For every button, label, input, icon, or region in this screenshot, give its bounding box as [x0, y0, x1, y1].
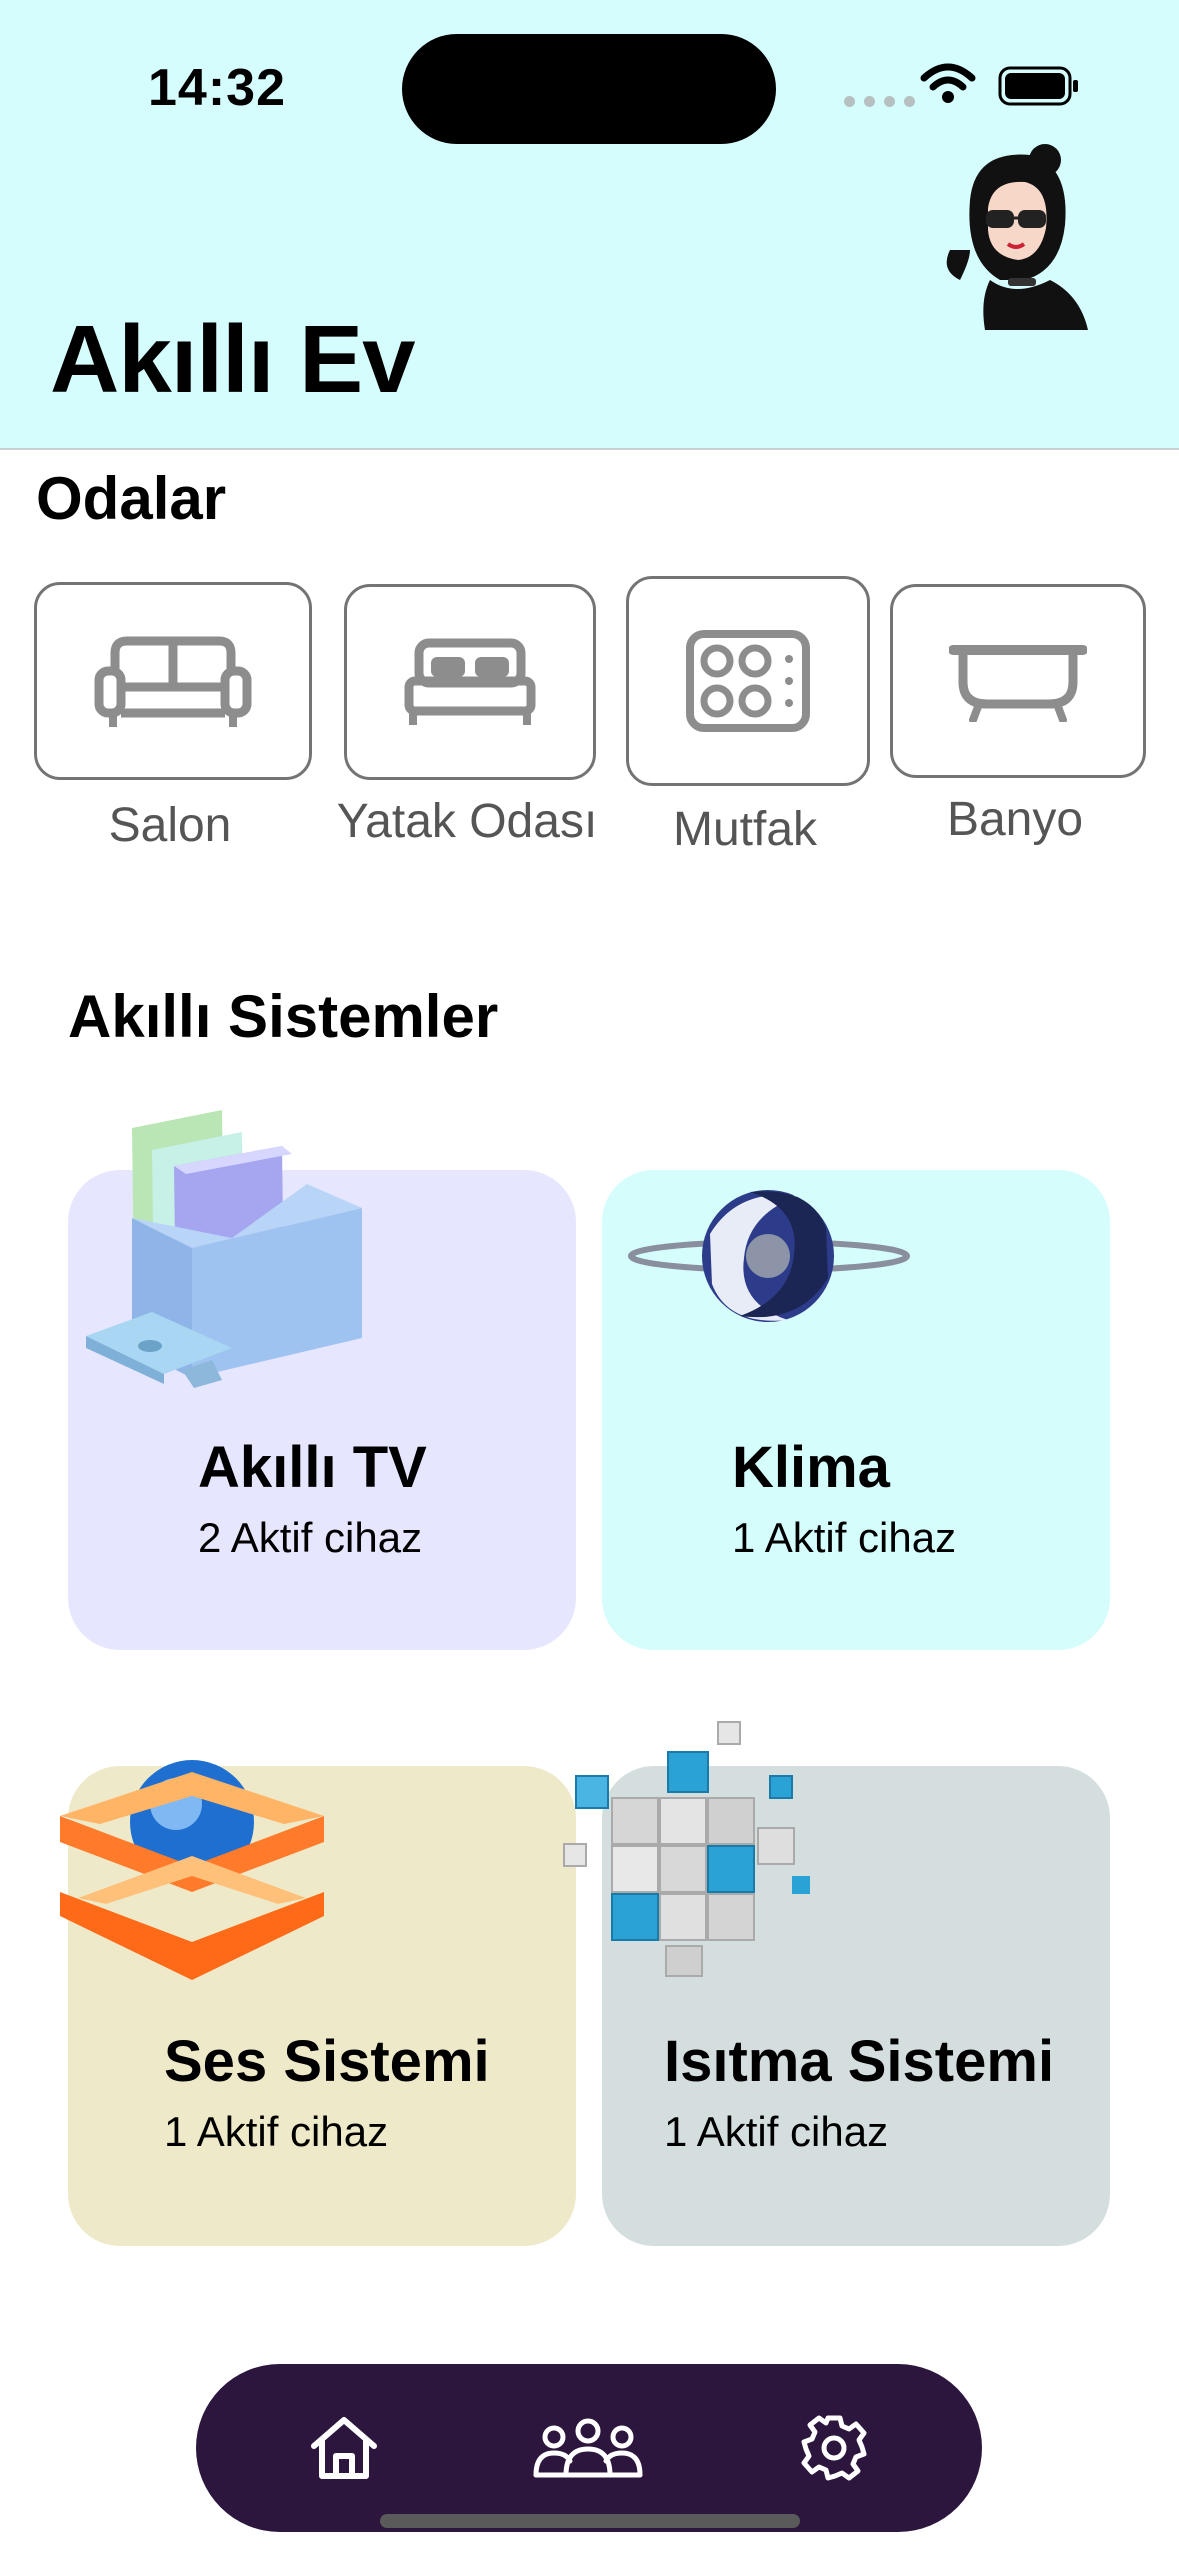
tab-settings[interactable] [794, 2408, 874, 2488]
people-icon [533, 2418, 643, 2478]
system-card-ses-sistemi-subtitle: 1 Aktif cihaz [164, 2108, 389, 2155]
battery-icon [998, 66, 1078, 106]
system-card-ses-sistemi-title: Ses Sistemi [164, 2029, 490, 2094]
sofa-icon [94, 636, 252, 727]
home-indicator [380, 2514, 800, 2528]
smart-tv-illustration [86, 1110, 362, 1388]
room-salon-button[interactable] [34, 582, 312, 780]
tab-home[interactable] [304, 2408, 384, 2488]
room-mutfak-button[interactable] [626, 576, 870, 786]
system-card-akilli-tv-subtitle: 2 Aktif cihaz [198, 1514, 423, 1561]
systems-section-title: Akıllı Sistemler [68, 983, 499, 1050]
sound-system-illustration [60, 1760, 324, 1980]
room-yatak-odasi-label: Yatak Odası [336, 795, 598, 848]
tab-people[interactable] [530, 2408, 646, 2488]
tab-bar [196, 2364, 982, 2532]
page-title: Akıllı Ev [50, 306, 415, 413]
gear-icon [801, 2415, 867, 2481]
room-salon-label: Salon [108, 799, 232, 852]
air-conditioner-illustration [628, 1190, 910, 1322]
room-mutfak-label: Mutfak [672, 803, 818, 856]
cellular-signal-icon [844, 96, 915, 107]
system-card-isitma-sistemi-subtitle: 1 Aktif cihaz [664, 2108, 889, 2155]
room-yatak-odasi-button[interactable] [344, 584, 596, 780]
status-time: 14:32 [148, 59, 286, 117]
dynamic-island [402, 34, 776, 144]
heating-system-illustration [563, 1721, 810, 1977]
system-card-klima-title: Klima [732, 1435, 890, 1500]
rooms-section-title: Odalar [36, 465, 227, 532]
bathtub-icon [949, 645, 1087, 722]
header: 14:32 Akıllı Ev [0, 0, 1179, 450]
stove-icon [686, 630, 810, 732]
bed-icon [404, 638, 536, 725]
wifi-icon [920, 63, 976, 103]
room-banyo-label: Banyo [946, 793, 1084, 846]
room-banyo-button[interactable] [890, 584, 1146, 778]
home-icon [311, 2417, 377, 2479]
system-card-isitma-sistemi-title: Isıtma Sistemi [664, 2029, 1055, 2094]
system-card-akilli-tv-title: Akıllı TV [198, 1435, 427, 1500]
avatar[interactable] [930, 130, 1095, 330]
system-card-klima-subtitle: 1 Aktif cihaz [732, 1514, 957, 1561]
